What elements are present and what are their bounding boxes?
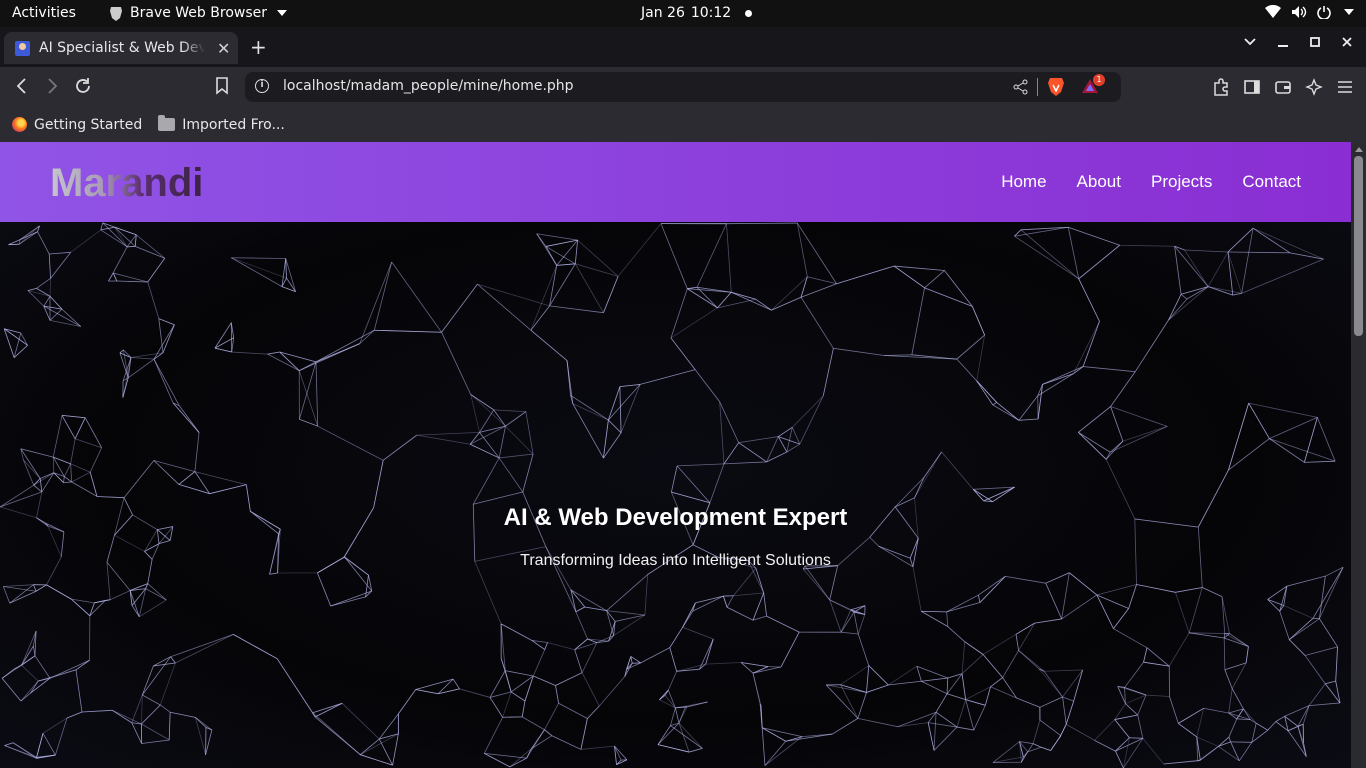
wallet-icon[interactable] — [1274, 78, 1292, 96]
url-text[interactable]: localhost/madam_people/mine/home.php — [283, 78, 574, 94]
rewards-badge: 1 — [1093, 74, 1105, 86]
maximize-icon[interactable] — [1310, 37, 1320, 47]
network-web-background — [0, 222, 1344, 768]
page-scrollbar[interactable] — [1351, 142, 1366, 768]
app-menu[interactable]: Brave Web Browser — [109, 5, 287, 21]
site-info-icon[interactable]: i — [255, 79, 269, 93]
time: 10:12 — [690, 5, 732, 21]
clock[interactable]: Jan 26 10:12 — [641, 5, 753, 21]
power-icon — [1317, 6, 1331, 19]
nav-link-about[interactable]: About — [1077, 172, 1121, 192]
tab-strip: AI Specialist & Web Developer ✕ + — [0, 27, 1366, 67]
browser-tab[interactable]: AI Specialist & Web Developer ✕ — [4, 32, 238, 64]
site-favicon-icon — [15, 40, 30, 56]
window-controls — [1244, 37, 1352, 47]
nav-link-home[interactable]: Home — [1001, 172, 1046, 192]
site-nav: Home About Projects Contact — [1001, 172, 1301, 192]
sidebar-icon[interactable] — [1243, 78, 1261, 96]
minimize-icon[interactable] — [1278, 37, 1288, 47]
right-toolbar — [1212, 78, 1354, 96]
system-tray[interactable] — [1265, 5, 1354, 19]
hero-title: AI & Web Development Expert — [503, 504, 848, 531]
brave-shields-icon[interactable] — [1047, 77, 1065, 97]
firefox-icon — [12, 117, 27, 132]
new-tab-button[interactable]: + — [250, 35, 267, 59]
divider — [1037, 78, 1038, 96]
scroll-up-arrow-icon[interactable] — [1355, 147, 1363, 152]
extensions-icon[interactable] — [1212, 78, 1230, 96]
wifi-icon — [1265, 5, 1281, 18]
close-tab-icon[interactable]: ✕ — [217, 39, 230, 58]
volume-icon — [1292, 6, 1307, 18]
site-header: Marandi Home About Projects Contact — [0, 142, 1351, 222]
bookmark-folder-imported[interactable]: Imported Fro... — [158, 115, 285, 133]
close-window-icon[interactable] — [1342, 37, 1352, 47]
bookmark-icon[interactable] — [215, 77, 229, 95]
bookmark-label: Getting Started — [34, 116, 143, 133]
hero-section: AI & Web Development Expert Transforming… — [0, 222, 1351, 768]
date: Jan 26 — [641, 5, 685, 21]
bookmarks-bar: Getting Started Imported Fro... — [0, 107, 1366, 142]
activities-button[interactable]: Activities — [12, 5, 76, 21]
scrollbar-thumb[interactable] — [1354, 156, 1363, 336]
site-logo[interactable]: Marandi — [50, 161, 203, 206]
menu-icon[interactable] — [1336, 78, 1354, 96]
system-top-bar: Activities Brave Web Browser Jan 26 10:1… — [0, 0, 1366, 27]
back-arrow-icon[interactable] — [15, 77, 29, 95]
bookmark-label: Imported Fro... — [182, 116, 285, 133]
app-name: Brave Web Browser — [130, 5, 267, 21]
page-viewport: Marandi Home About Projects Contact AI &… — [0, 142, 1351, 768]
tab-search-chevron-icon[interactable] — [1244, 38, 1256, 46]
brave-lion-icon — [110, 6, 122, 21]
forward-arrow-icon[interactable] — [45, 77, 59, 95]
nav-toolbar: i localhost/madam_people/mine/home.php 1 — [0, 67, 1366, 107]
reload-icon[interactable] — [74, 77, 92, 95]
bookmark-getting-started[interactable]: Getting Started — [12, 117, 142, 133]
hero-subtitle: Transforming Ideas into Intelligent Solu… — [520, 552, 831, 569]
notification-dot-icon — [745, 9, 753, 17]
leo-ai-icon[interactable] — [1305, 78, 1323, 96]
address-bar[interactable]: i localhost/madam_people/mine/home.php 1 — [245, 72, 1121, 102]
chevron-down-icon — [277, 10, 287, 16]
tab-title: AI Specialist & Web Developer — [39, 40, 205, 56]
nav-link-projects[interactable]: Projects — [1151, 172, 1212, 192]
share-icon[interactable] — [1013, 79, 1029, 95]
folder-icon — [158, 115, 176, 131]
nav-link-contact[interactable]: Contact — [1242, 172, 1301, 192]
chevron-down-icon — [1344, 9, 1354, 15]
